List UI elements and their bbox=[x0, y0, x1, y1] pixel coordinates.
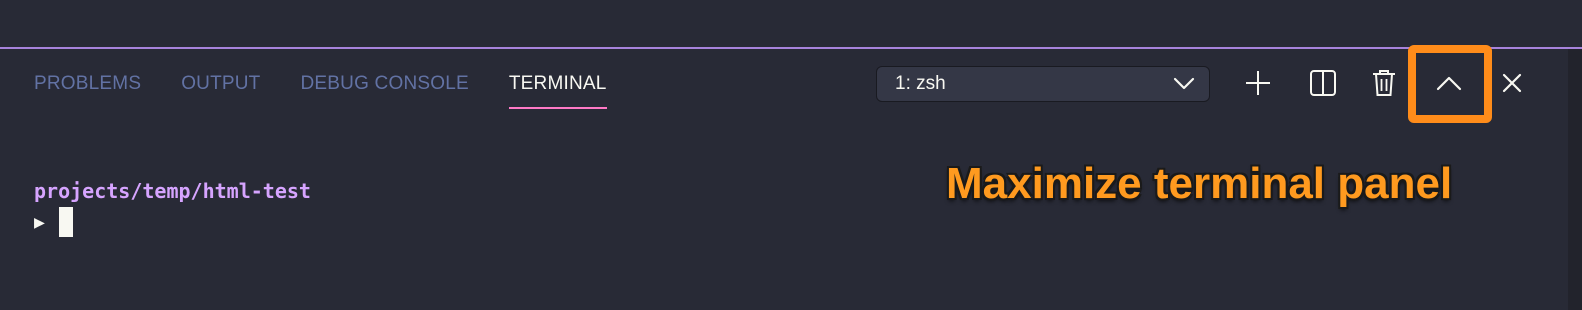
terminal-path: projects/temp/html-test bbox=[34, 179, 311, 203]
trash-icon bbox=[1373, 70, 1395, 96]
terminal-selector[interactable]: 1: zsh bbox=[876, 66, 1210, 102]
terminal-prompt: ▶ bbox=[34, 205, 311, 239]
terminal-selector-value: 1: zsh bbox=[895, 73, 946, 94]
terminal-cursor bbox=[58, 207, 73, 237]
terminal-output[interactable]: projects/temp/html-test ▶ bbox=[34, 177, 311, 239]
close-icon bbox=[1502, 73, 1522, 93]
annotation-label: Maximize terminal panel bbox=[946, 159, 1453, 208]
tab-terminal[interactable]: TERMINAL bbox=[508, 73, 607, 109]
editor-area bbox=[0, 0, 1582, 47]
split-terminal-button[interactable] bbox=[1307, 67, 1339, 99]
prompt-arrow-icon: ▶ bbox=[34, 211, 45, 233]
tab-problems[interactable]: PROBLEMS bbox=[34, 73, 141, 109]
panel-tabs: PROBLEMS OUTPUT DEBUG CONSOLE TERMINAL bbox=[34, 73, 607, 109]
chevron-up-icon bbox=[1436, 76, 1462, 91]
kill-terminal-button[interactable] bbox=[1368, 67, 1400, 99]
new-terminal-button[interactable] bbox=[1242, 67, 1274, 99]
maximize-panel-button[interactable] bbox=[1433, 67, 1465, 99]
close-panel-button[interactable] bbox=[1496, 67, 1528, 99]
tab-output[interactable]: OUTPUT bbox=[181, 73, 260, 109]
bottom-panel: PROBLEMS OUTPUT DEBUG CONSOLE TERMINAL 1… bbox=[0, 45, 1568, 310]
chevron-down-icon bbox=[1173, 77, 1195, 90]
tab-debug-console[interactable]: DEBUG CONSOLE bbox=[301, 73, 469, 109]
scrollbar-gutter bbox=[1568, 49, 1582, 310]
plus-icon bbox=[1246, 71, 1270, 95]
split-icon bbox=[1310, 70, 1336, 96]
